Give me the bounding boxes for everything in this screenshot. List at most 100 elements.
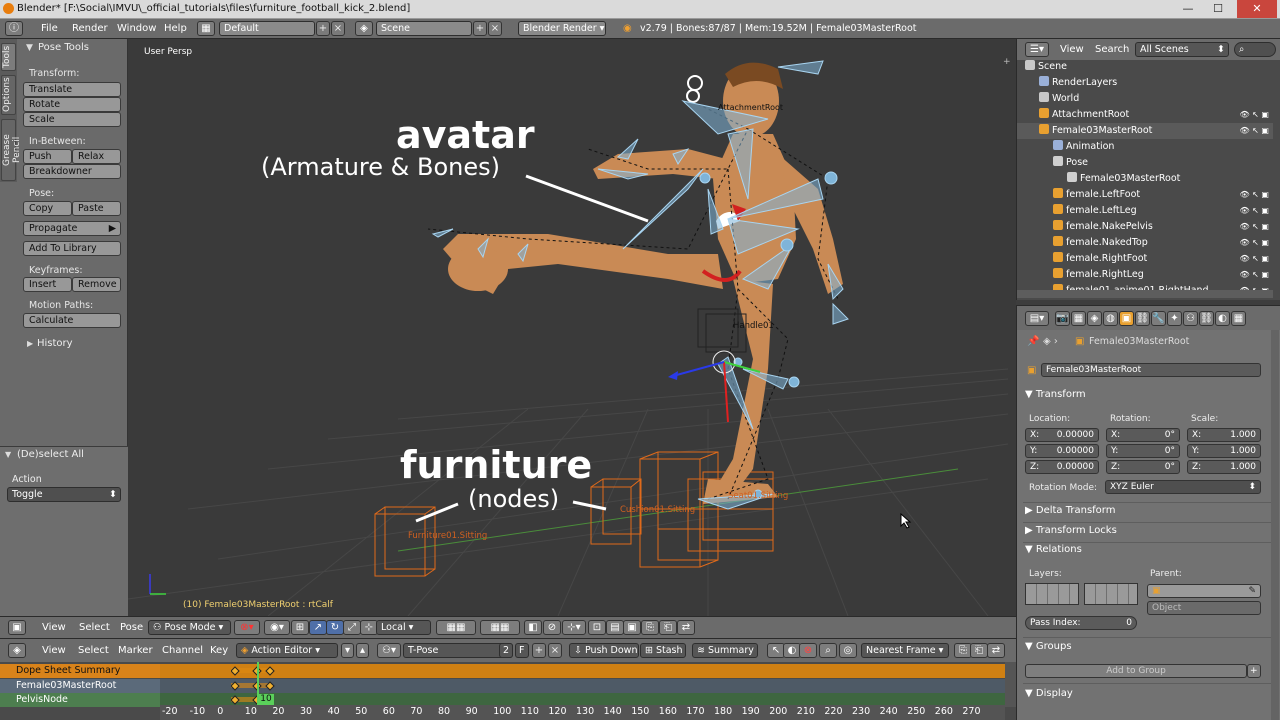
loc-y-field[interactable]: Y: 0.00000 bbox=[1025, 444, 1099, 458]
rot-y-field[interactable]: Y: 0° bbox=[1106, 444, 1180, 458]
add-to-library-button[interactable]: Add To Library bbox=[23, 241, 121, 256]
parent-type-select[interactable]: Object bbox=[1147, 601, 1261, 615]
paste-flipped-pose-icon[interactable]: ⇄ bbox=[677, 620, 695, 635]
outliner-item-female03-armature-data[interactable]: Female03MasterRoot bbox=[1017, 171, 1273, 187]
visibility-toggles-icon[interactable]: 👁 ↖ ▣ bbox=[1239, 219, 1269, 235]
rotation-mode-select[interactable]: XYZ Euler ⬍ bbox=[1105, 480, 1261, 494]
add-to-group-button[interactable]: Add to Group bbox=[1025, 664, 1247, 678]
onion-skin-icon[interactable]: ▤ bbox=[606, 620, 624, 635]
insert-keyframe-button[interactable]: Insert bbox=[23, 277, 72, 292]
scene-tab-icon[interactable]: ◈ bbox=[1087, 311, 1102, 326]
layer-buttons-1[interactable]: ▦▦ bbox=[436, 620, 476, 635]
redo-collapse-icon[interactable]: ▼ bbox=[5, 450, 11, 459]
minimize-button[interactable]: — bbox=[1174, 0, 1202, 18]
outliner-display-select[interactable]: All Scenes ⬍ bbox=[1135, 42, 1229, 57]
relations-section[interactable]: ▼ Relations bbox=[1025, 544, 1082, 555]
breakdowner-button[interactable]: Breakdowner bbox=[23, 164, 121, 179]
copy-pose-button[interactable]: Copy bbox=[23, 201, 72, 216]
layout-select[interactable]: Default bbox=[219, 21, 315, 36]
visibility-toggles-icon[interactable]: 👁 ↖ ▣ bbox=[1239, 251, 1269, 267]
paste-pose-icon[interactable]: ⎗ bbox=[659, 620, 677, 635]
relax-button[interactable]: Relax bbox=[72, 149, 121, 164]
delta-transform-section[interactable]: ▶ Delta Transform bbox=[1025, 505, 1115, 516]
action-name-field[interactable]: T-Pose bbox=[403, 643, 513, 658]
data-tab-icon[interactable]: ✦ bbox=[1167, 311, 1182, 326]
pivot-point-icon[interactable]: ◉▾ bbox=[264, 620, 290, 635]
material-tab-icon[interactable]: ◐ bbox=[1215, 311, 1230, 326]
menu-channel[interactable]: Channel bbox=[162, 645, 203, 656]
visibility-toggles-icon[interactable]: 👁 ↖ ▣ bbox=[1239, 203, 1269, 219]
action-browse-icon[interactable]: ⚇▾ bbox=[377, 643, 401, 658]
new-group-button[interactable]: + bbox=[1247, 664, 1261, 678]
scl-z-field[interactable]: Z: 1.000 bbox=[1187, 460, 1261, 474]
tab-options[interactable]: Options bbox=[1, 75, 16, 115]
translate-button[interactable]: Translate bbox=[23, 82, 121, 97]
render-layers-tab-icon[interactable]: ▦ bbox=[1071, 311, 1086, 326]
menu-select[interactable]: Select bbox=[79, 622, 110, 633]
outliner-item-female-leftfoot[interactable]: female.LeftFoot 👁 ↖ ▣ bbox=[1017, 187, 1273, 203]
menu-dopesheet-select[interactable]: Select bbox=[78, 645, 109, 656]
summary-toggle[interactable]: ≋ Summary bbox=[692, 643, 758, 658]
visibility-toggles-icon[interactable]: 👁 ↖ ▣ bbox=[1239, 123, 1269, 139]
orientation-select[interactable]: Local ▾ bbox=[376, 620, 431, 635]
dopesheet-mode-select[interactable]: ◈ Action Editor ▾ bbox=[236, 643, 338, 658]
remove-scene-button[interactable]: × bbox=[488, 21, 502, 36]
menu-outliner-search[interactable]: Search bbox=[1095, 44, 1129, 55]
female03-channel[interactable]: Female03MasterRoot bbox=[0, 679, 160, 693]
render-tab-icon[interactable]: 📷 bbox=[1055, 311, 1070, 326]
menu-pose[interactable]: Pose bbox=[120, 622, 143, 633]
history-panel[interactable]: History bbox=[37, 338, 73, 349]
outliner-item-render-layers[interactable]: RenderLayers bbox=[1017, 75, 1273, 91]
3d-viewport[interactable]: User Persp (10) Female03MasterRoot : rtC… bbox=[128, 39, 1016, 616]
parent-field[interactable]: ▣ ✎ bbox=[1147, 584, 1261, 598]
rotate-button[interactable]: Rotate bbox=[23, 97, 121, 112]
prev-layer-icon[interactable]: ▾ bbox=[341, 643, 354, 658]
stash-button[interactable]: ⊞ Stash bbox=[640, 643, 686, 658]
eyedropper-icon[interactable]: ✎ bbox=[1248, 585, 1256, 597]
auto-snap-select[interactable]: Nearest Frame ▾ bbox=[861, 643, 949, 658]
menu-marker[interactable]: Marker bbox=[118, 645, 153, 656]
maximize-button[interactable]: ☐ bbox=[1204, 0, 1232, 18]
paste-flipped-keyframes-icon[interactable]: ⇄ bbox=[987, 643, 1005, 658]
outliner-item-female-leftleg[interactable]: female.LeftLeg 👁 ↖ ▣ bbox=[1017, 203, 1273, 219]
outliner-item-female-rightleg[interactable]: female.RightLeg 👁 ↖ ▣ bbox=[1017, 267, 1273, 283]
transform-locks-section[interactable]: ▶ Transform Locks bbox=[1025, 525, 1117, 536]
visibility-toggles-icon[interactable]: 👁 ↖ ▣ bbox=[1239, 267, 1269, 283]
viewport-corner-plus-icon[interactable]: + bbox=[1003, 57, 1011, 67]
snap-toggle-icon[interactable]: ⊹▾ bbox=[562, 620, 586, 635]
visibility-toggles-icon[interactable]: 👁 ↖ ▣ bbox=[1239, 107, 1269, 123]
display-section[interactable]: ▼ Display bbox=[1025, 688, 1073, 699]
outliner-item-female-rightfoot[interactable]: female.RightFoot 👁 ↖ ▣ bbox=[1017, 251, 1273, 267]
close-button[interactable]: ✕ bbox=[1237, 0, 1277, 18]
rotate-manipulator-icon[interactable]: ↻ bbox=[326, 620, 344, 635]
manipulator-toggle-icon[interactable]: ⊞ bbox=[291, 620, 309, 635]
menu-file[interactable]: File bbox=[41, 23, 58, 34]
texture-tab-icon[interactable]: ▦ bbox=[1231, 311, 1246, 326]
object-tab-icon[interactable]: ▣ bbox=[1119, 311, 1134, 326]
scene-select[interactable]: Scene bbox=[376, 21, 472, 36]
scl-x-field[interactable]: X: 1.000 bbox=[1187, 428, 1261, 442]
layer-grid-1[interactable] bbox=[1025, 583, 1079, 605]
action-users-count[interactable]: 2 bbox=[499, 643, 513, 658]
paste-pose-button[interactable]: Paste bbox=[72, 201, 121, 216]
loc-z-field[interactable]: Z: 0.00000 bbox=[1025, 460, 1099, 474]
copy-pose-icon[interactable]: ⎘ bbox=[641, 620, 659, 635]
outliner-item-animation[interactable]: Animation bbox=[1017, 139, 1273, 155]
lock-layers-icon[interactable]: ◧ bbox=[524, 620, 542, 635]
loc-x-field[interactable]: X: 0.00000 bbox=[1025, 428, 1099, 442]
info-editor-icon[interactable]: ⓘ bbox=[5, 21, 23, 36]
outliner-item-scene[interactable]: Scene bbox=[1017, 60, 1273, 75]
menu-key[interactable]: Key bbox=[210, 645, 228, 656]
outliner-search-field[interactable]: ⌕ bbox=[1234, 42, 1276, 57]
filter-search-icon[interactable]: ⌕ bbox=[819, 643, 837, 658]
auto-snap-icon[interactable]: ◎ bbox=[839, 643, 857, 658]
unlink-action-button[interactable]: × bbox=[548, 643, 562, 658]
pelvis-channel[interactable]: PelvisNode bbox=[0, 693, 160, 707]
next-layer-icon[interactable]: ▴ bbox=[356, 643, 369, 658]
scale-button[interactable]: Scale bbox=[23, 112, 121, 127]
bone-constraints-tab-icon[interactable]: ⛓ bbox=[1199, 311, 1214, 326]
snap-element-icon[interactable]: ⊡ bbox=[588, 620, 606, 635]
frame-ruler[interactable]: -20 -10 0 10 20 30 40 50 60 70 80 90 100 110 120 130 140… bbox=[160, 705, 1005, 720]
calculate-button[interactable]: Calculate bbox=[23, 313, 121, 328]
editor-type-properties-icon[interactable]: ▤▾ bbox=[1025, 311, 1049, 326]
